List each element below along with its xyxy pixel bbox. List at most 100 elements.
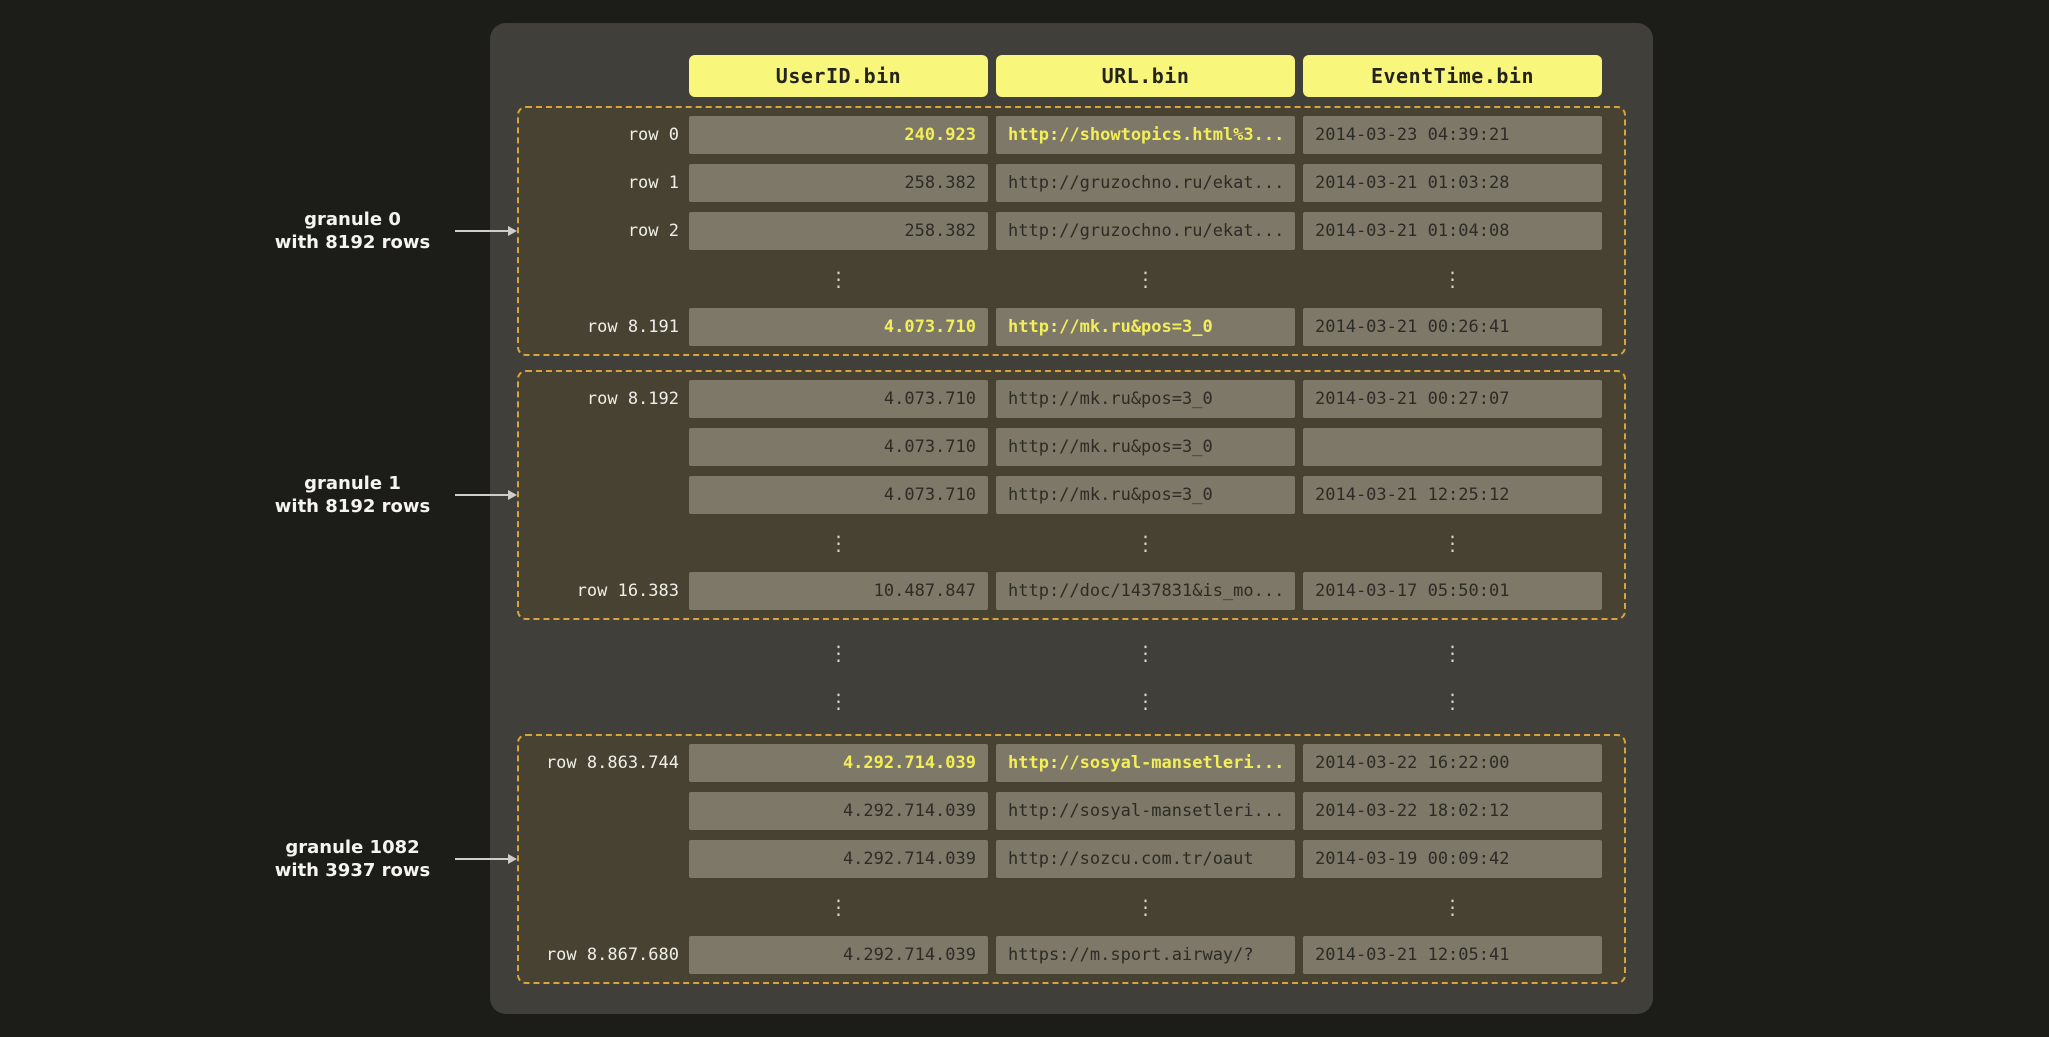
cell-userid: 240.923 xyxy=(689,116,988,154)
table-row: row 8.867.680 4.292.714.039 https://m.sp… xyxy=(519,931,1624,979)
table-row: row 16.383 10.487.847 http://doc/1437831… xyxy=(519,567,1624,615)
granule-1082-annotation: granule 1082 with 3937 rows xyxy=(250,836,517,882)
granule-name: granule 1082 xyxy=(250,836,455,859)
table-row: 4.292.714.039 http://sosyal-mansetleri..… xyxy=(519,787,1624,835)
vertical-ellipsis-icon: ⋮ xyxy=(996,524,1295,562)
granule-name: granule 0 xyxy=(250,208,455,231)
cell-url: http://mk.ru&pos=3_0 xyxy=(996,380,1295,418)
cell-userid: 4.292.714.039 xyxy=(689,936,988,974)
ellipsis-row: ⋮ ⋮ ⋮ xyxy=(519,677,1624,725)
vertical-ellipsis-icon: ⋮ xyxy=(689,888,988,926)
table-row: row 1 258.382 http://gruzochno.ru/ekat..… xyxy=(519,159,1624,207)
row-label: row 2 xyxy=(519,221,681,241)
ellipsis-row: ⋮ ⋮ ⋮ xyxy=(519,629,1624,677)
vertical-ellipsis-icon: ⋮ xyxy=(689,634,988,672)
arrow-right-icon xyxy=(455,490,517,500)
row-label: row 8.863.744 xyxy=(519,753,681,773)
cell-eventtime: 2014-03-21 12:05:41 xyxy=(1303,936,1602,974)
granule-1-annotation: granule 1 with 8192 rows xyxy=(250,472,517,518)
column-header-userid: UserID.bin xyxy=(689,55,988,97)
vertical-ellipsis-icon: ⋮ xyxy=(1303,260,1602,298)
vertical-ellipsis-icon: ⋮ xyxy=(689,260,988,298)
cell-eventtime: 2014-03-21 00:27:07 xyxy=(1303,380,1602,418)
cell-userid: 4.292.714.039 xyxy=(689,744,988,782)
table-row: 4.292.714.039 http://sozcu.com.tr/oaut 2… xyxy=(519,835,1624,883)
annotation-text: granule 1 with 8192 rows xyxy=(250,472,455,518)
granules-diagram: UserID.bin URL.bin EventTime.bin row 0 2… xyxy=(0,0,2049,1037)
row-label: row 8.192 xyxy=(519,389,681,409)
cell-eventtime: 2014-03-22 18:02:12 xyxy=(1303,792,1602,830)
cell-url: http://mk.ru&pos=3_0 xyxy=(996,308,1295,346)
granule-rowcount: with 3937 rows xyxy=(250,859,455,882)
table-panel: UserID.bin URL.bin EventTime.bin row 0 2… xyxy=(490,23,1653,1014)
cell-userid: 4.292.714.039 xyxy=(689,792,988,830)
cell-eventtime: 2014-03-21 01:03:28 xyxy=(1303,164,1602,202)
cell-url: http://sosyal-mansetleri... xyxy=(996,792,1295,830)
cell-url: http://mk.ru&pos=3_0 xyxy=(996,476,1295,514)
vertical-ellipsis-icon: ⋮ xyxy=(689,524,988,562)
cell-eventtime: 2014-03-22 16:22:00 xyxy=(1303,744,1602,782)
vertical-ellipsis-icon: ⋮ xyxy=(1303,682,1602,720)
cell-url: https://m.sport.airway/? xyxy=(996,936,1295,974)
cell-userid: 4.292.714.039 xyxy=(689,840,988,878)
vertical-ellipsis-icon: ⋮ xyxy=(689,682,988,720)
row-label: row 1 xyxy=(519,173,681,193)
column-header-url: URL.bin xyxy=(996,55,1295,97)
table-row: row 8.191 4.073.710 http://mk.ru&pos=3_0… xyxy=(519,303,1624,351)
granule-0-annotation: granule 0 with 8192 rows xyxy=(250,208,517,254)
row-label: row 16.383 xyxy=(519,581,681,601)
cell-userid: 10.487.847 xyxy=(689,572,988,610)
annotation-text: granule 1082 with 3937 rows xyxy=(250,836,455,882)
vertical-ellipsis-icon: ⋮ xyxy=(996,634,1295,672)
table-row: row 0 240.923 http://showtopics.html%3..… xyxy=(519,111,1624,159)
vertical-ellipsis-icon: ⋮ xyxy=(996,888,1295,926)
cell-userid: 4.073.710 xyxy=(689,380,988,418)
cell-url: http://gruzochno.ru/ekat... xyxy=(996,164,1295,202)
row-label: row 8.191 xyxy=(519,317,681,337)
granule-name: granule 1 xyxy=(250,472,455,495)
cell-eventtime: 2014-03-21 12:25:12 xyxy=(1303,476,1602,514)
cell-url: http://doc/1437831&is_mo... xyxy=(996,572,1295,610)
table-row: row 8.192 4.073.710 http://mk.ru&pos=3_0… xyxy=(519,375,1624,423)
cell-userid: 258.382 xyxy=(689,212,988,250)
vertical-ellipsis-icon: ⋮ xyxy=(996,260,1295,298)
cell-userid: 258.382 xyxy=(689,164,988,202)
vertical-ellipsis-icon: ⋮ xyxy=(1303,634,1602,672)
cell-url: http://gruzochno.ru/ekat... xyxy=(996,212,1295,250)
granule-1082-box: row 8.863.744 4.292.714.039 http://sosya… xyxy=(517,734,1626,984)
cell-userid: 4.073.710 xyxy=(689,428,988,466)
granule-rowcount: with 8192 rows xyxy=(250,495,455,518)
ellipsis-row: ⋮ ⋮ ⋮ xyxy=(519,519,1624,567)
cell-eventtime: 2014-03-19 00:09:42 xyxy=(1303,840,1602,878)
granule-1-box: row 8.192 4.073.710 http://mk.ru&pos=3_0… xyxy=(517,370,1626,620)
ellipsis-row: ⋮ ⋮ ⋮ xyxy=(519,255,1624,303)
column-header-eventtime: EventTime.bin xyxy=(1303,55,1602,97)
arrow-right-icon xyxy=(455,854,517,864)
cell-url: http://sosyal-mansetleri... xyxy=(996,744,1295,782)
cell-eventtime: 2014-03-23 04:39:21 xyxy=(1303,116,1602,154)
cell-userid: 4.073.710 xyxy=(689,476,988,514)
cell-url: http://showtopics.html%3... xyxy=(996,116,1295,154)
cell-url: http://sozcu.com.tr/oaut xyxy=(996,840,1295,878)
cell-eventtime: 2014-03-21 01:04:08 xyxy=(1303,212,1602,250)
annotation-text: granule 0 with 8192 rows xyxy=(250,208,455,254)
table-row: row 8.863.744 4.292.714.039 http://sosya… xyxy=(519,739,1624,787)
granule-0-box: row 0 240.923 http://showtopics.html%3..… xyxy=(517,106,1626,356)
granule-rowcount: with 8192 rows xyxy=(250,231,455,254)
vertical-ellipsis-icon: ⋮ xyxy=(1303,888,1602,926)
column-headers: UserID.bin URL.bin EventTime.bin xyxy=(689,55,1653,97)
cell-url: http://mk.ru&pos=3_0 xyxy=(996,428,1295,466)
cell-eventtime xyxy=(1303,428,1602,466)
cell-eventtime: 2014-03-21 00:26:41 xyxy=(1303,308,1602,346)
arrow-right-icon xyxy=(455,226,517,236)
table-row: row 2 258.382 http://gruzochno.ru/ekat..… xyxy=(519,207,1624,255)
vertical-ellipsis-icon: ⋮ xyxy=(996,682,1295,720)
vertical-ellipsis-icon: ⋮ xyxy=(1303,524,1602,562)
skipped-granules-gap: ⋮ ⋮ ⋮ ⋮ ⋮ ⋮ xyxy=(519,620,1624,734)
row-label: row 0 xyxy=(519,125,681,145)
table-row: 4.073.710 http://mk.ru&pos=3_0 xyxy=(519,423,1624,471)
table-row: 4.073.710 http://mk.ru&pos=3_0 2014-03-2… xyxy=(519,471,1624,519)
row-label: row 8.867.680 xyxy=(519,945,681,965)
cell-userid: 4.073.710 xyxy=(689,308,988,346)
cell-eventtime: 2014-03-17 05:50:01 xyxy=(1303,572,1602,610)
